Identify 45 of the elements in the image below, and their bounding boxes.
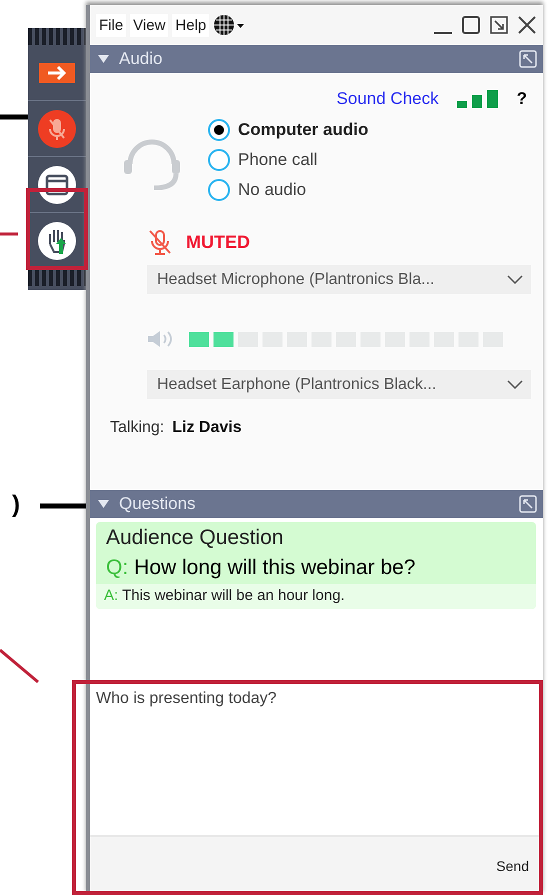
menu-item[interactable]: View	[130, 14, 168, 36]
close-icon[interactable]	[517, 15, 537, 35]
send-button[interactable]: Send	[492, 854, 533, 878]
panel-header[interactable]: Questions	[90, 490, 543, 518]
arrow-button-icon[interactable]	[39, 62, 75, 82]
chevron-down-icon	[507, 275, 523, 284]
leader-line	[0, 114, 28, 120]
menu-item[interactable]: File	[96, 14, 126, 36]
panel-title: Audio	[119, 49, 164, 69]
radio-label: Phone call	[238, 150, 318, 170]
leader-line	[40, 504, 86, 508]
muted-microphone-icon	[148, 229, 172, 255]
microphone-dropdown[interactable]: Headset Microphone (Plantronics Bla...	[147, 265, 531, 294]
panel-header[interactable]: Audio	[90, 45, 543, 73]
help-button[interactable]: ?	[516, 89, 527, 109]
collapse-caret-icon[interactable]	[98, 500, 109, 508]
sound-check-link[interactable]: Sound Check	[336, 89, 439, 109]
raise-hand-icon[interactable]	[38, 222, 76, 260]
question-label: Q:	[106, 556, 128, 580]
grip-stripes[interactable]	[28, 28, 86, 45]
grip-stripes[interactable]	[28, 269, 86, 286]
speaker-dropdown[interactable]: Headset Earphone (Plantronics Black...	[147, 370, 531, 399]
globe-icon[interactable]	[213, 14, 246, 36]
popout-icon[interactable]	[489, 15, 509, 35]
annotation-label: )	[12, 491, 20, 519]
radio-button[interactable]	[208, 119, 230, 141]
question-text: How long will this webinar be?	[134, 556, 416, 580]
radio-button[interactable]	[208, 149, 230, 171]
talking-label: Talking:	[110, 419, 164, 437]
panel-title: Questions	[119, 494, 197, 514]
screen-icon[interactable]	[38, 166, 76, 204]
chevron-down-icon	[507, 380, 523, 389]
signal-bars-icon	[456, 90, 499, 108]
speaker-icon	[147, 330, 175, 348]
radio-button[interactable]	[208, 179, 230, 201]
talking-name: Liz Davis	[172, 419, 242, 437]
radio-label: No audio	[238, 180, 306, 200]
menu-item[interactable]: Help	[172, 14, 210, 36]
radio-label: Computer audio	[238, 120, 368, 140]
answer-row: A: This webinar will be an hour long.	[96, 584, 536, 609]
question-title: Audience Question	[105, 526, 284, 550]
mute-status: MUTED	[186, 232, 250, 252]
maximize-icon[interactable]	[461, 15, 481, 35]
microphone-icon[interactable]	[38, 110, 76, 148]
collapse-caret-icon[interactable]	[98, 55, 109, 63]
